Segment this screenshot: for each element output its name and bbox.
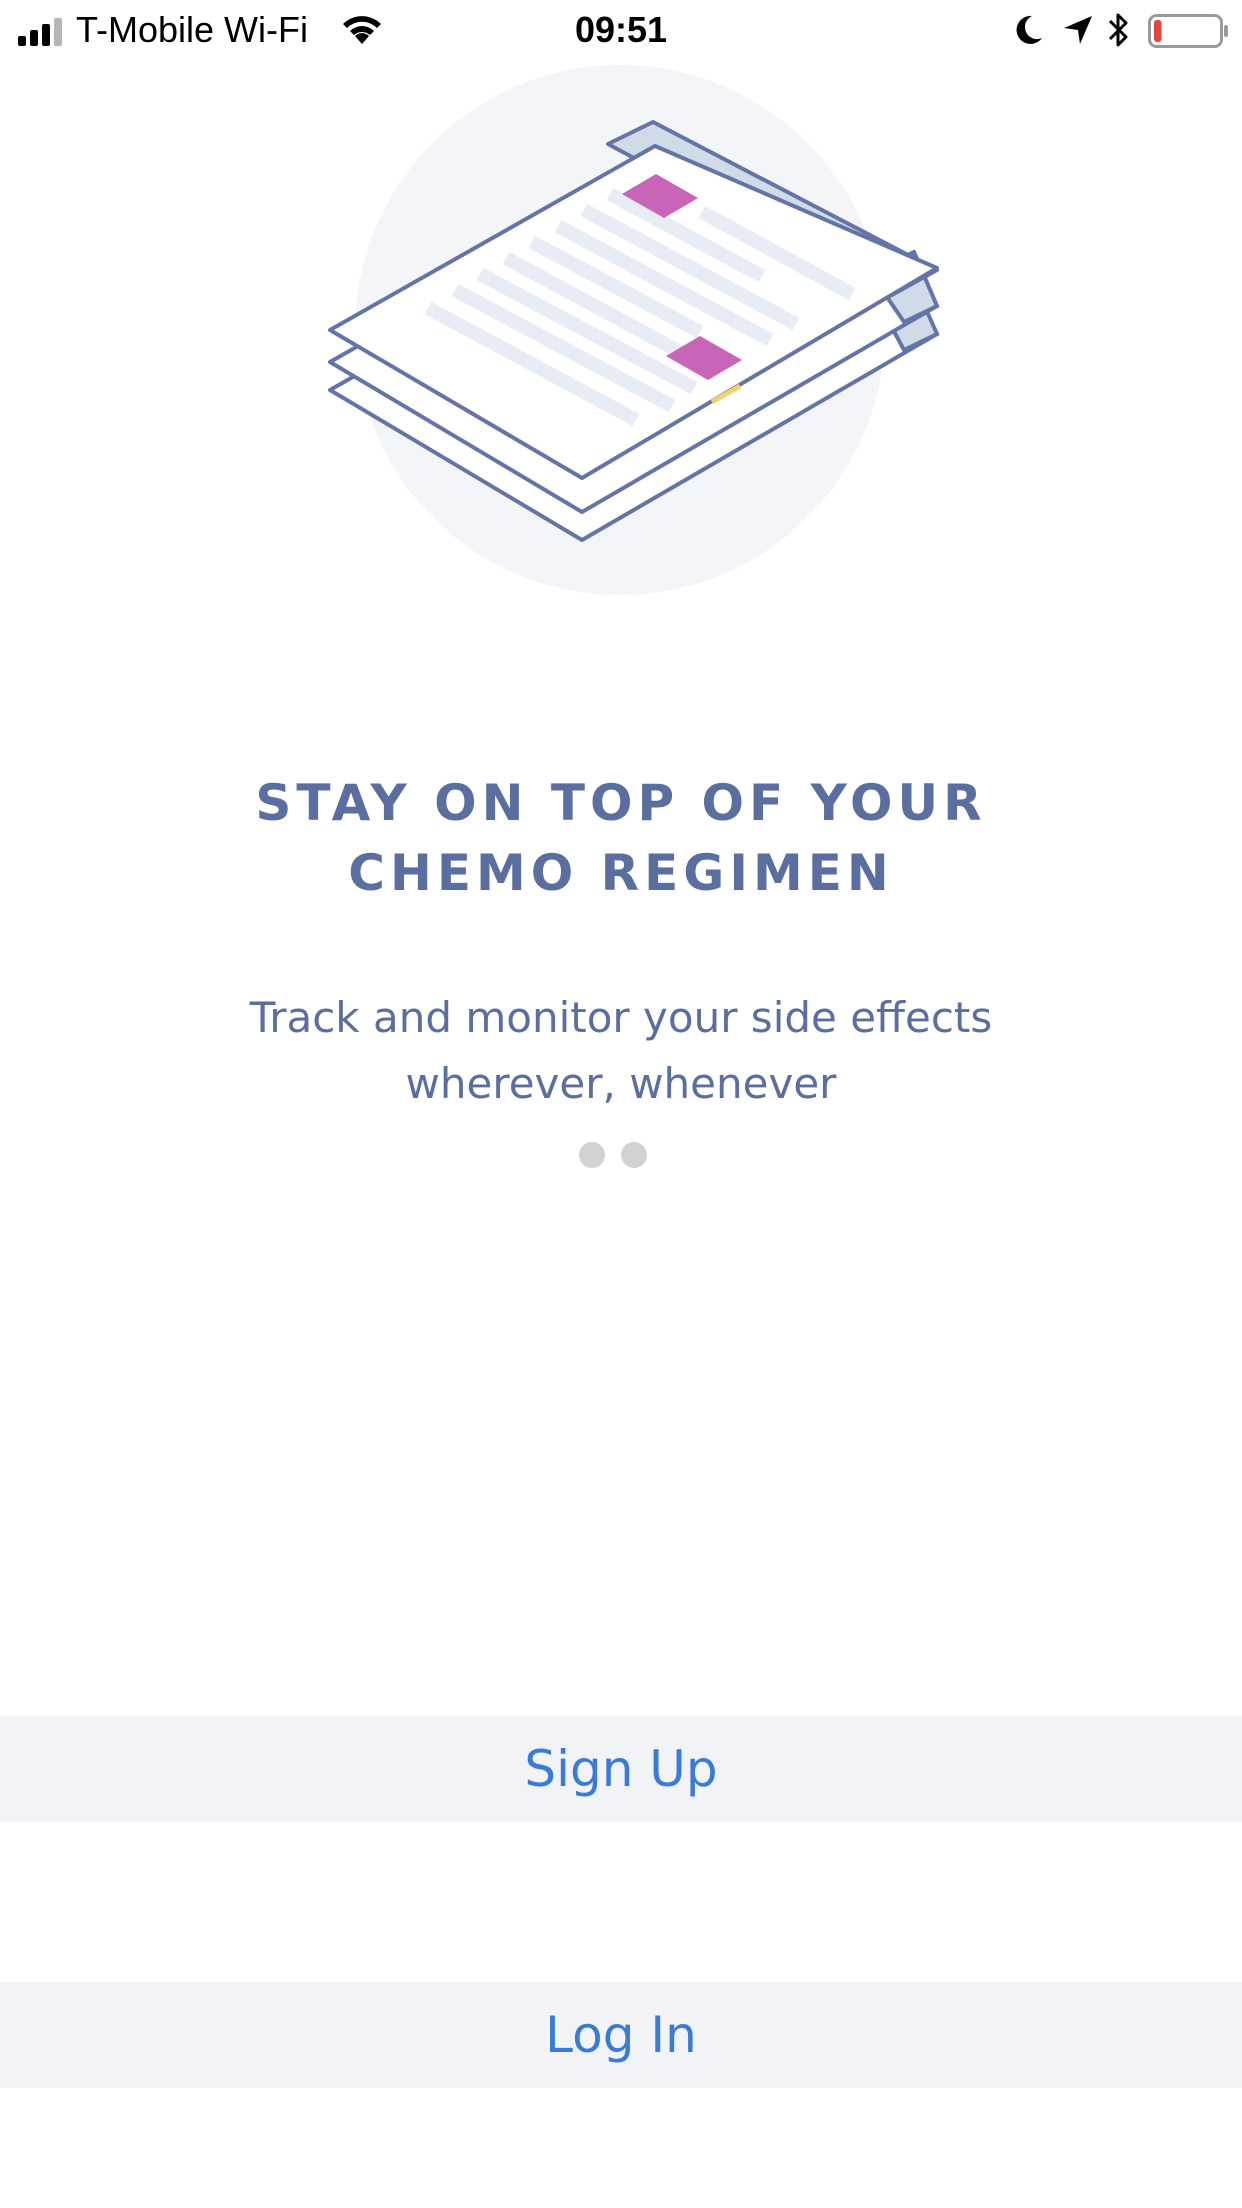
location-arrow-icon	[1064, 16, 1092, 44]
status-time: 09:51	[574, 9, 668, 50]
battery-icon	[1148, 14, 1228, 48]
page-dot[interactable]	[579, 1142, 605, 1168]
onboarding-headline: STAY ON TOP OF YOUR CHEMO REGIMEN	[120, 768, 1122, 908]
headline-line-2: CHEMO REGIMEN	[348, 844, 894, 902]
status-bar: T-Mobile Wi-Fi 09:51	[0, 0, 1242, 60]
stacked-documents-icon	[328, 65, 940, 595]
moon-icon	[1016, 15, 1042, 44]
subtitle-line-1: Track and monitor your side effects	[249, 993, 993, 1042]
subtitle-line-2: wherever, whenever	[405, 1059, 837, 1108]
sign-up-button[interactable]: Sign Up	[0, 1716, 1242, 1822]
headline-line-1: STAY ON TOP OF YOUR	[255, 774, 987, 832]
page-dot[interactable]	[621, 1142, 647, 1168]
onboarding-subtitle: Track and monitor your side effects wher…	[170, 985, 1072, 1117]
bluetooth-icon	[1108, 13, 1128, 47]
log-in-button[interactable]: Log In	[0, 1982, 1242, 2088]
page-indicator	[0, 1142, 1242, 1168]
battery-level-fill	[1154, 20, 1162, 42]
